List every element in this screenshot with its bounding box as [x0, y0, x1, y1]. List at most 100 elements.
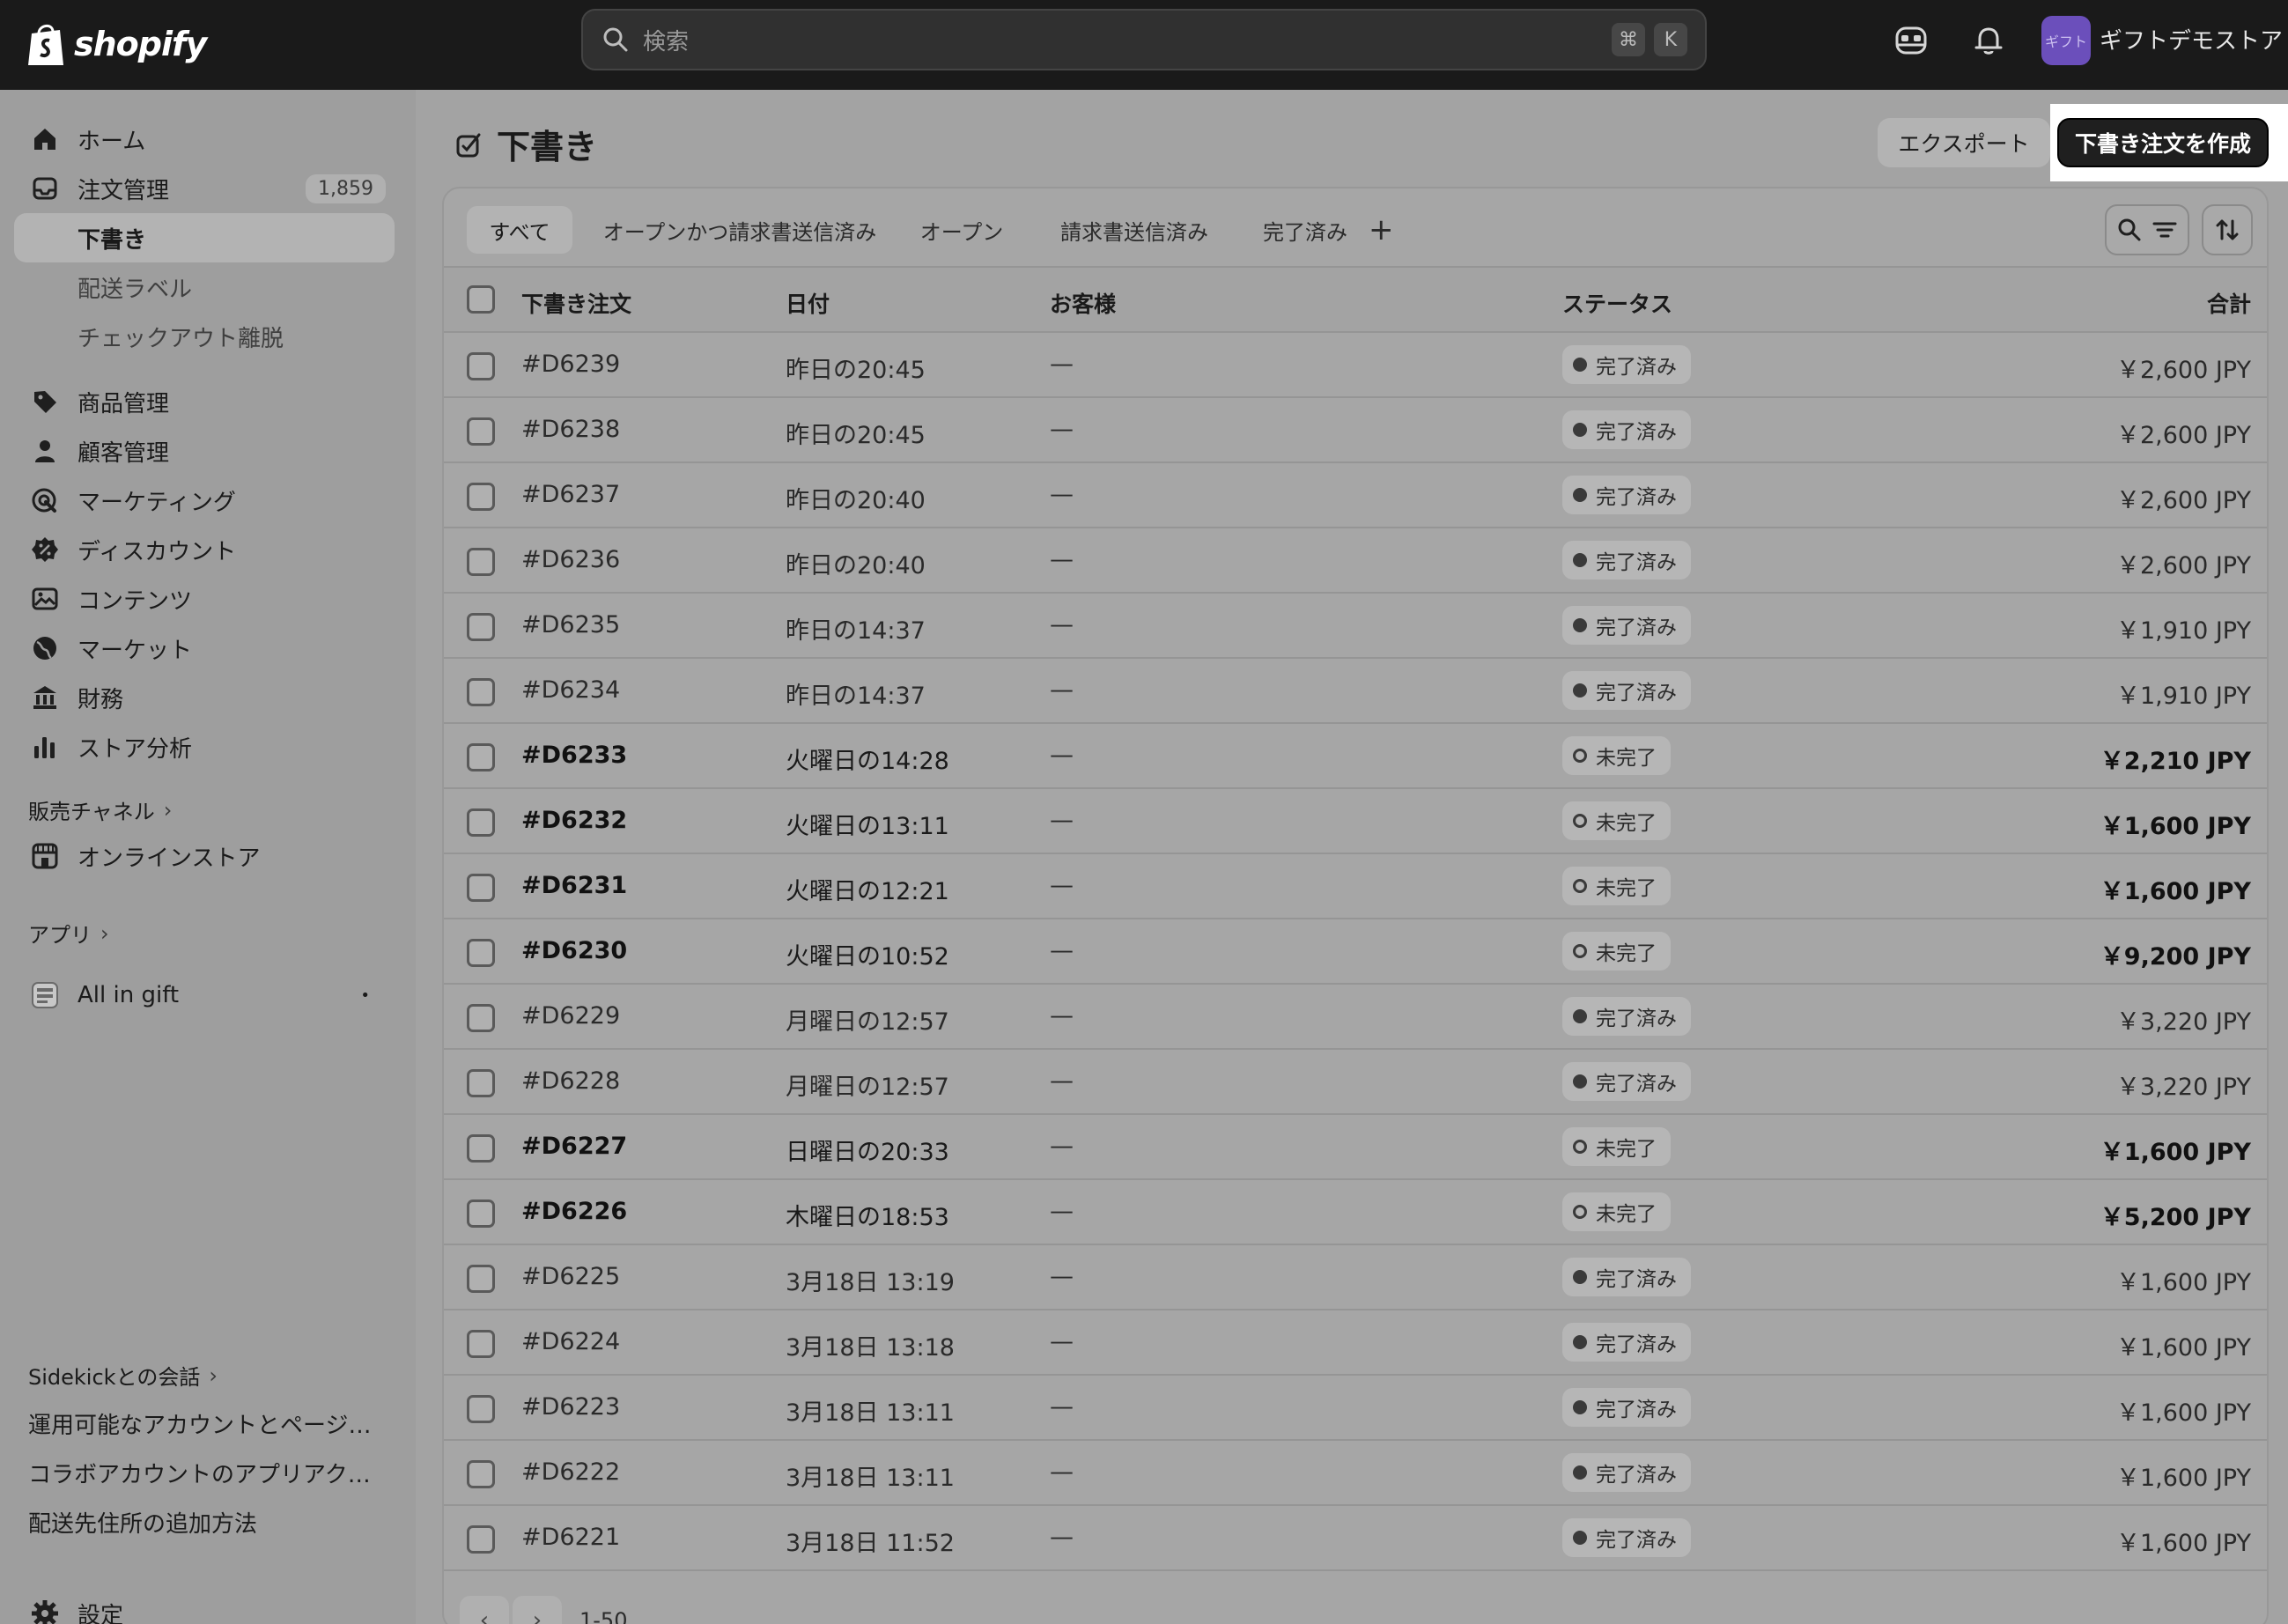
search-bar[interactable]: 検索 ⌘ K: [581, 9, 1707, 70]
column-header-total[interactable]: 合計: [2207, 287, 2251, 319]
create-draft-order-button[interactable]: 下書き注文を作成: [2057, 118, 2269, 167]
sidekick-icon[interactable]: [1892, 21, 1930, 60]
shopify-logo[interactable]: shopify: [26, 16, 207, 72]
row-checkbox[interactable]: [467, 939, 495, 967]
table-row[interactable]: #D6239 昨日の20:45 — 完了済み ￥2,600 JPY: [444, 333, 2267, 398]
sidebar-item-products[interactable]: 商品管理: [14, 377, 395, 426]
sidebar-item-abandoned-checkouts[interactable]: チェックアウト離脱: [14, 312, 395, 361]
table-row[interactable]: #D6227 日曜日の20:33 — 未完了 ￥1,600 JPY: [444, 1115, 2267, 1180]
draft-order-id[interactable]: #D6236: [521, 546, 620, 573]
tab-open[interactable]: オープン: [905, 206, 1018, 254]
sidekick-link[interactable]: 配送先住所の追加方法: [28, 1506, 380, 1539]
tab-open-invoice-sent[interactable]: オープンかつ請求書送信済み: [583, 206, 897, 254]
table-row[interactable]: #D6233 火曜日の14:28 — 未完了 ￥2,210 JPY: [444, 724, 2267, 789]
table-row[interactable]: #D6228 月曜日の12:57 — 完了済み ￥3,220 JPY: [444, 1050, 2267, 1115]
table-row[interactable]: #D6235 昨日の14:37 — 完了済み ￥1,910 JPY: [444, 594, 2267, 659]
export-button[interactable]: エクスポート: [1878, 118, 2050, 167]
row-checkbox[interactable]: [467, 808, 495, 837]
table-row[interactable]: #D6222 3月18日 13:11 — 完了済み ￥1,600 JPY: [444, 1441, 2267, 1506]
row-checkbox[interactable]: [467, 483, 495, 511]
sort-button[interactable]: [2202, 204, 2253, 255]
sidebar-item-shipping-labels[interactable]: 配送ラベル: [14, 262, 395, 312]
row-checkbox[interactable]: [467, 678, 495, 706]
table-row[interactable]: #D6236 昨日の20:40 — 完了済み ￥2,600 JPY: [444, 528, 2267, 594]
draft-order-id[interactable]: #D6238: [521, 416, 620, 443]
table-row[interactable]: #D6223 3月18日 13:11 — 完了済み ￥1,600 JPY: [444, 1376, 2267, 1441]
draft-order-id[interactable]: #D6235: [521, 611, 620, 639]
table-row[interactable]: #D6225 3月18日 13:19 — 完了済み ￥1,600 JPY: [444, 1245, 2267, 1310]
sidebar-item-online-store[interactable]: オンラインストア: [14, 831, 395, 881]
add-view-icon[interactable]: +: [1369, 206, 1394, 254]
tab-completed[interactable]: 完了済み: [1249, 206, 1362, 254]
sidebar-item-settings[interactable]: 設定: [14, 1589, 395, 1624]
sidekick-heading[interactable]: Sidekickとの会話 ›: [28, 1360, 218, 1391]
draft-order-id[interactable]: #D6237: [521, 481, 620, 508]
table-row[interactable]: #D6229 月曜日の12:57 — 完了済み ￥3,220 JPY: [444, 985, 2267, 1050]
store-avatar[interactable]: ギフト: [2041, 16, 2091, 65]
row-checkbox[interactable]: [467, 1004, 495, 1032]
draft-order-id[interactable]: #D6227: [521, 1133, 627, 1160]
table-row[interactable]: #D6230 火曜日の10:52 — 未完了 ￥9,200 JPY: [444, 919, 2267, 985]
sidekick-link[interactable]: 運用可能なアカウントとページを確認する方法: [28, 1407, 380, 1440]
table-row[interactable]: #D6226 木曜日の18:53 — 未完了 ￥5,200 JPY: [444, 1180, 2267, 1245]
sidebar-item-home[interactable]: ホーム: [14, 114, 395, 164]
row-checkbox[interactable]: [467, 548, 495, 576]
sidebar-item-orders[interactable]: 注文管理 1,859: [14, 164, 395, 213]
sidekick-link[interactable]: コラボアカウントのアプリアクセス権限について: [28, 1457, 380, 1489]
draft-order-id[interactable]: #D6221: [521, 1524, 620, 1551]
column-header-date[interactable]: 日付: [786, 287, 830, 319]
sidebar-item-analytics[interactable]: ストア分析: [14, 722, 395, 771]
draft-order-id[interactable]: #D6230: [521, 937, 627, 964]
table-row[interactable]: #D6231 火曜日の12:21 — 未完了 ￥1,600 JPY: [444, 854, 2267, 919]
sidebar-item-customers[interactable]: 顧客管理: [14, 426, 395, 476]
row-checkbox[interactable]: [467, 1265, 495, 1293]
next-page-button[interactable]: ›: [513, 1596, 562, 1624]
draft-order-id[interactable]: #D6225: [521, 1263, 620, 1290]
draft-order-id[interactable]: #D6222: [521, 1458, 620, 1486]
table-row[interactable]: #D6234 昨日の14:37 — 完了済み ￥1,910 JPY: [444, 659, 2267, 724]
column-header-status[interactable]: ステータス: [1562, 287, 1672, 319]
row-checkbox[interactable]: [467, 1525, 495, 1554]
store-name[interactable]: ギフトデモストア: [2100, 23, 2283, 55]
draft-order-id[interactable]: #D6232: [521, 807, 627, 834]
row-checkbox[interactable]: [467, 352, 495, 380]
sidebar-item-marketing[interactable]: マーケティング: [14, 476, 395, 525]
sales-channels-heading[interactable]: 販売チャネル ›: [28, 794, 172, 825]
table-row[interactable]: #D6238 昨日の20:45 — 完了済み ￥2,600 JPY: [444, 398, 2267, 463]
draft-order-id[interactable]: #D6239: [521, 351, 620, 378]
sidebar-item-discounts[interactable]: ディスカウント: [14, 525, 395, 574]
row-checkbox[interactable]: [467, 1330, 495, 1358]
sidebar-item-markets[interactable]: マーケット: [14, 624, 395, 673]
sidebar-item-all-in-gift[interactable]: All in gift •: [14, 971, 395, 1020]
draft-order-id[interactable]: #D6228: [521, 1067, 620, 1095]
table-row[interactable]: #D6224 3月18日 13:18 — 完了済み ￥1,600 JPY: [444, 1310, 2267, 1376]
row-checkbox[interactable]: [467, 1134, 495, 1163]
row-checkbox[interactable]: [467, 417, 495, 446]
column-header-draft-order[interactable]: 下書き注文: [521, 287, 631, 319]
draft-order-id[interactable]: #D6229: [521, 1002, 620, 1030]
sidebar-item-finance[interactable]: 財務: [14, 673, 395, 722]
draft-order-id[interactable]: #D6234: [521, 676, 620, 704]
draft-order-id[interactable]: #D6223: [521, 1393, 620, 1421]
table-row[interactable]: #D6221 3月18日 11:52 — 完了済み ￥1,600 JPY: [444, 1506, 2267, 1571]
row-checkbox[interactable]: [467, 874, 495, 902]
row-checkbox[interactable]: [467, 1395, 495, 1423]
draft-order-id[interactable]: #D6224: [521, 1328, 620, 1355]
draft-order-id[interactable]: #D6231: [521, 872, 627, 899]
previous-page-button[interactable]: ‹: [460, 1596, 509, 1624]
row-checkbox[interactable]: [467, 1460, 495, 1488]
draft-order-id[interactable]: #D6226: [521, 1198, 627, 1225]
apps-heading[interactable]: アプリ ›: [28, 918, 109, 949]
select-all-checkbox[interactable]: [467, 285, 495, 314]
row-checkbox[interactable]: [467, 1069, 495, 1097]
row-checkbox[interactable]: [467, 613, 495, 641]
column-header-customer[interactable]: お客様: [1050, 287, 1116, 319]
bell-icon[interactable]: [1969, 21, 2008, 60]
tab-all[interactable]: すべて: [467, 206, 572, 254]
sidebar-item-drafts[interactable]: 下書き: [14, 213, 395, 262]
table-row[interactable]: #D6232 火曜日の13:11 — 未完了 ￥1,600 JPY: [444, 789, 2267, 854]
row-checkbox[interactable]: [467, 1200, 495, 1228]
search-filter-button[interactable]: [2105, 204, 2189, 255]
sidebar-item-content[interactable]: コンテンツ: [14, 574, 395, 624]
table-row[interactable]: #D6237 昨日の20:40 — 完了済み ￥2,600 JPY: [444, 463, 2267, 528]
